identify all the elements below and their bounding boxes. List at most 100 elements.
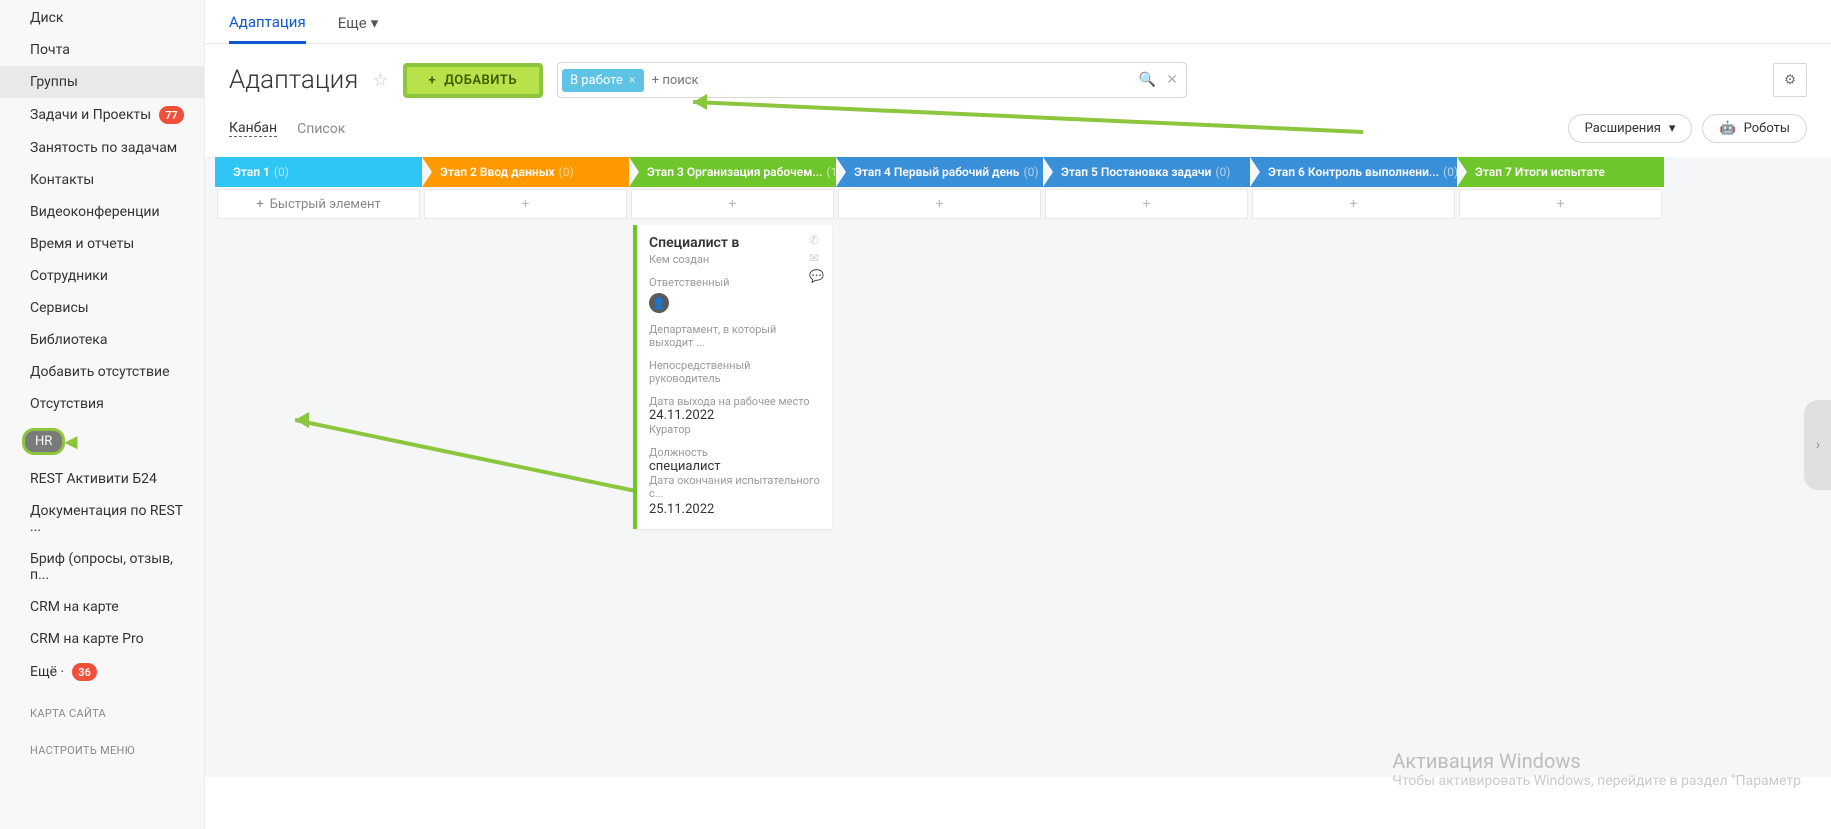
- tab-more[interactable]: Еще ▾: [338, 2, 379, 42]
- stage-count: (0): [559, 165, 574, 179]
- chat-icon[interactable]: 💬: [809, 269, 824, 283]
- sidebar-item-label: Видеоконференции: [30, 204, 160, 220]
- extensions-label: Расширения: [1585, 121, 1661, 136]
- sidebar-item-0[interactable]: Диск: [0, 2, 204, 34]
- sidebar-item-label: Почта: [30, 42, 70, 58]
- stage-header[interactable]: Этап 6 Контроль выполнени... (0): [1250, 157, 1457, 187]
- robots-button[interactable]: 🤖 Роботы: [1702, 114, 1807, 143]
- sidebar-item-5[interactable]: Контакты: [0, 164, 204, 196]
- gear-icon: ⚙: [1784, 73, 1796, 88]
- add-card-button[interactable]: +: [1252, 189, 1455, 219]
- close-icon[interactable]: ×: [629, 73, 636, 88]
- stage-header[interactable]: Этап 5 Постановка задачи (0): [1043, 157, 1250, 187]
- sidebar-item-label: Время и отчеты: [30, 236, 134, 252]
- sidebar-item-label: Ещё ·: [30, 664, 64, 680]
- sidebar-item-label: Задачи и Проекты: [30, 107, 151, 123]
- sidebar-item-9[interactable]: Сервисы: [0, 292, 204, 324]
- card-manager-label: Непосредственный руководитель: [649, 359, 822, 385]
- stage-label: Этап 6 Контроль выполнени...: [1268, 165, 1439, 179]
- stage-count: (0): [274, 165, 289, 179]
- card-created-by-label: Кем создан: [649, 253, 822, 266]
- sidebar: Диск Почта ГруппыЗадачи и Проекты77 Занятос…: [0, 0, 205, 829]
- stage-label: Этап 2 Ввод данных: [440, 165, 555, 179]
- sidebar-item-19[interactable]: Ещё · 36: [0, 655, 204, 689]
- tab-more-label: Еще: [338, 14, 367, 32]
- sidebar-item-13[interactable]: HR◄: [0, 420, 204, 463]
- sidebar-item-2[interactable]: Группы: [0, 66, 204, 98]
- sidebar-item-11[interactable]: Добавить отсутствие: [0, 356, 204, 388]
- add-card-button[interactable]: +: [424, 189, 627, 219]
- side-expand-tab[interactable]: ›: [1804, 400, 1831, 490]
- main-content: Адаптация Еще ▾ Адаптация ☆ + ДОБАВИТЬ В…: [205, 0, 1831, 829]
- sidebar-item-label: Библиотека: [30, 332, 107, 348]
- phone-icon[interactable]: ✆: [809, 233, 824, 247]
- top-tabs: Адаптация Еще ▾: [205, 0, 1831, 44]
- sidebar-item-label: Документация по REST ...: [30, 503, 190, 535]
- stage-header[interactable]: Этап 3 Организация рабочем... (1): [629, 157, 836, 187]
- plus-icon: +: [429, 73, 437, 88]
- badge: 36: [72, 663, 97, 681]
- star-icon[interactable]: ☆: [372, 70, 388, 91]
- stage-count: (1): [827, 165, 836, 179]
- sidebar-item-label: Занятость по задачам: [30, 140, 177, 156]
- stage-label: Этап 3 Организация рабочем...: [647, 165, 823, 179]
- stage-header[interactable]: Этап 1 (0): [215, 157, 422, 187]
- page-title: Адаптация: [229, 65, 358, 95]
- sidebar-item-4[interactable]: Занятость по задачам: [0, 132, 204, 164]
- add-card-button[interactable]: +: [1045, 189, 1248, 219]
- sidebar-item-label: Диск: [30, 10, 64, 26]
- stage-count: (0): [1443, 165, 1457, 179]
- hr-chip[interactable]: HR: [22, 428, 65, 455]
- sidebar-item-label: CRM на карте Pro: [30, 631, 144, 647]
- sidebar-footer-settings[interactable]: НАСТРОИТЬ МЕНЮ: [0, 726, 204, 763]
- sidebar-item-3[interactable]: Задачи и Проекты77: [0, 98, 204, 132]
- search-filter-bar[interactable]: В работе × 🔍 ✕: [557, 62, 1187, 98]
- extensions-button[interactable]: Расширения ▾: [1568, 114, 1693, 143]
- sidebar-item-6[interactable]: Видеоконференции: [0, 196, 204, 228]
- sidebar-item-17[interactable]: CRM на карте: [0, 591, 204, 623]
- add-card-button[interactable]: +: [1459, 189, 1662, 219]
- add-card-button[interactable]: +: [838, 189, 1041, 219]
- sidebar-item-1[interactable]: Почта: [0, 34, 204, 66]
- kanban-column-0: Этап 1 (0)+Быстрый элемент: [215, 157, 422, 777]
- stage-label: Этап 5 Постановка задачи: [1061, 165, 1211, 179]
- plus-icon: +: [256, 197, 263, 212]
- add-button[interactable]: + ДОБАВИТЬ: [403, 63, 543, 98]
- sidebar-item-8[interactable]: Сотрудники: [0, 260, 204, 292]
- chevron-down-icon: ▾: [1669, 121, 1676, 136]
- kanban-column-2: Этап 3 Организация рабочем... (1)+✆✉💬Спе…: [629, 157, 836, 777]
- stage-header[interactable]: Этап 4 Первый рабочий день (0): [836, 157, 1043, 187]
- filter-chip-label: В работе: [570, 73, 623, 88]
- add-card-button[interactable]: +: [631, 189, 834, 219]
- tab-adaptation[interactable]: Адаптация: [229, 1, 306, 44]
- robots-label: Роботы: [1744, 121, 1790, 136]
- sidebar-item-label: REST Активити Б24: [30, 471, 157, 487]
- card-start-date: 24.11.2022: [649, 408, 822, 423]
- card-position-label: Должность: [649, 446, 822, 459]
- quick-add-button[interactable]: +Быстрый элемент: [217, 189, 420, 219]
- kanban-column-3: Этап 4 Первый рабочий день (0)+: [836, 157, 1043, 777]
- settings-button[interactable]: ⚙: [1773, 63, 1807, 97]
- kanban-card[interactable]: ✆✉💬Специалист вКем созданОтветственный👤Д…: [633, 225, 832, 529]
- search-icon[interactable]: 🔍: [1139, 72, 1156, 88]
- filter-chip-status[interactable]: В работе ×: [562, 69, 644, 92]
- sidebar-item-10[interactable]: Библиотека: [0, 324, 204, 356]
- clear-icon[interactable]: ✕: [1166, 72, 1178, 88]
- view-list[interactable]: Список: [297, 121, 345, 137]
- avatar[interactable]: 👤: [649, 293, 669, 313]
- sidebar-item-16[interactable]: Бриф (опросы, отзыв, п...: [0, 543, 204, 591]
- sidebar-item-7[interactable]: Время и отчеты: [0, 228, 204, 260]
- sidebar-item-18[interactable]: CRM на карте Pro: [0, 623, 204, 655]
- search-input[interactable]: [644, 67, 1139, 94]
- sidebar-footer-sitemap[interactable]: КАРТА САЙТА: [0, 689, 204, 726]
- sidebar-item-label: Отсутствия: [30, 396, 104, 412]
- mail-icon[interactable]: ✉: [809, 251, 824, 265]
- stage-header[interactable]: Этап 7 Итоги испытате: [1457, 157, 1664, 187]
- sidebar-item-label: Сервисы: [30, 300, 89, 316]
- sidebar-item-14[interactable]: REST Активити Б24: [0, 463, 204, 495]
- sidebar-item-15[interactable]: Документация по REST ...: [0, 495, 204, 543]
- sidebar-item-label: Сотрудники: [30, 268, 108, 284]
- stage-header[interactable]: Этап 2 Ввод данных (0): [422, 157, 629, 187]
- sidebar-item-12[interactable]: Отсутствия: [0, 388, 204, 420]
- view-kanban[interactable]: Канбан: [229, 120, 277, 137]
